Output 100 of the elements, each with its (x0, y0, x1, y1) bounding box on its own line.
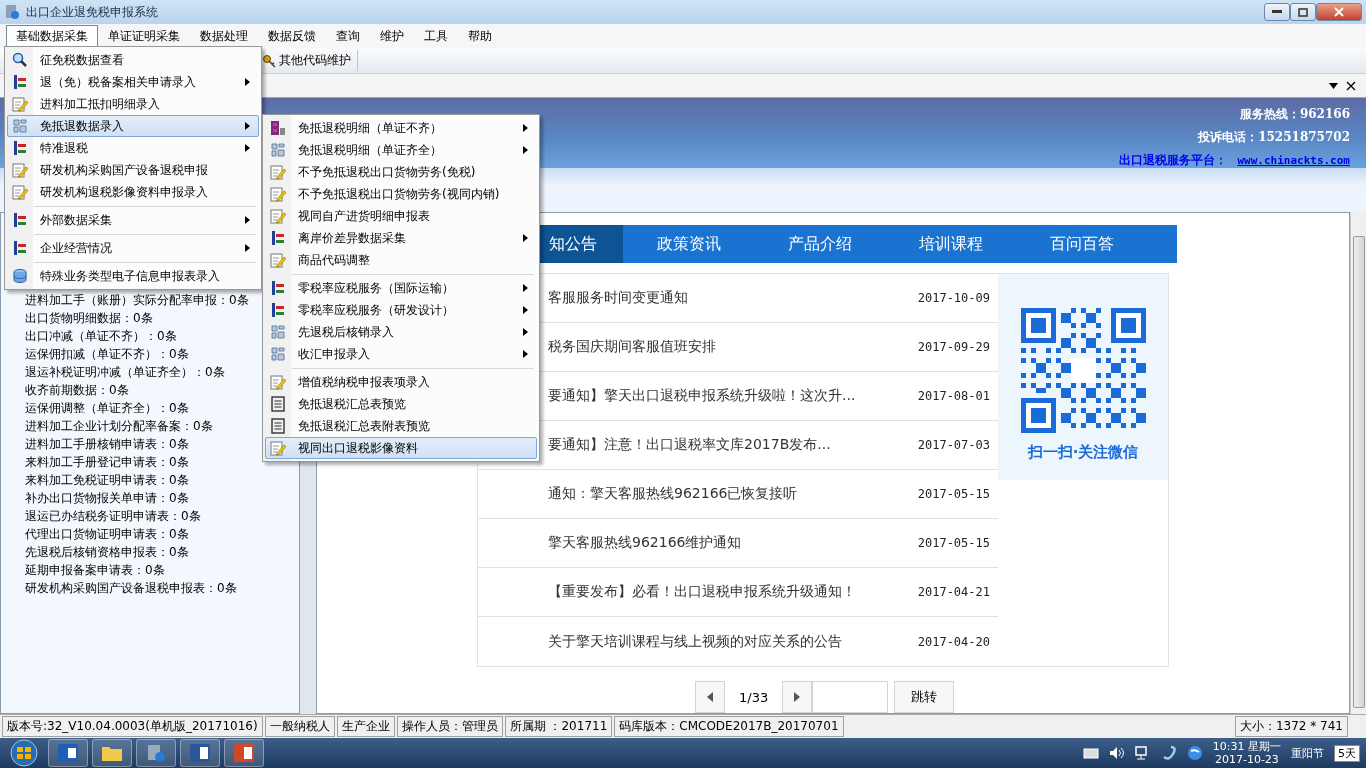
menu-bar-item[interactable]: 帮助 (458, 25, 502, 47)
menu-item[interactable]: 视同出口退税影像资料 (265, 437, 537, 459)
scrollbar[interactable] (1350, 212, 1366, 714)
mail-app-icon (58, 744, 78, 762)
record-count-text: 退运补税证明冲减（单证齐全）：0条 (25, 364, 225, 381)
news-title[interactable]: 要通知】擎天出口退税申报系统升级啦！这次升... (548, 387, 856, 405)
record-count-text: 进料加工企业计划分配率备案：0条 (25, 418, 213, 435)
menu-item[interactable]: 零税率应税服务（研发设计） (265, 299, 537, 321)
status-text: 生产企业 (336, 716, 395, 737)
submenu-arrow-icon (245, 122, 250, 130)
menu-item[interactable]: 研发机构采购国产设备退税申报 (7, 159, 259, 181)
key-icon (262, 53, 276, 68)
submenu-arrow-icon (523, 350, 528, 358)
app-icon (146, 744, 166, 762)
news-title[interactable]: 【重要发布】必看！出口退税申报系统升级通知！ (548, 583, 856, 601)
notepad-pencil-icon (270, 252, 286, 268)
status-text: 码库版本：CMCODE2017B_20170701 (614, 716, 844, 737)
record-count-text: 延期申报备案申请表：0条 (25, 562, 165, 579)
taskbar-app-button[interactable] (48, 739, 88, 767)
next-page-button[interactable] (782, 681, 813, 713)
globe-icon[interactable] (1186, 745, 1203, 761)
folder-icon (102, 745, 122, 761)
taskbar-app-button[interactable] (136, 739, 176, 767)
maximize-button[interactable] (1290, 3, 1316, 21)
taskbar-app-button[interactable] (180, 739, 220, 767)
database-icon (12, 268, 28, 284)
menu-bar-item[interactable]: 数据反馈 (258, 25, 326, 47)
menu-item[interactable]: 退（免）税备案相关申请录入 (7, 71, 259, 93)
list-icon (12, 140, 28, 156)
menu-item[interactable]: 不予免抵退税出口货物劳务(视同内销) (265, 183, 537, 205)
menu-bar-item[interactable]: 维护 (370, 25, 414, 47)
submenu-arrow-icon (523, 234, 528, 242)
menu-item[interactable]: 收汇申报录入 (265, 343, 537, 365)
close-button[interactable] (1316, 3, 1362, 21)
record-count-text: 收齐前期数据：0条 (25, 382, 129, 399)
menu-item[interactable]: 研发机构退税影像资料申报录入 (7, 181, 259, 203)
list-icon (12, 74, 28, 90)
news-title[interactable]: 通知：擎天客服热线962166已恢复接听 (548, 485, 798, 503)
menu-item[interactable]: 先退税后核销录入 (265, 321, 537, 343)
maximize-icon (1298, 7, 1308, 17)
notepad-pencil-icon (12, 96, 28, 112)
news-title[interactable]: 客服服务时间变更通知 (548, 289, 688, 307)
menu-item[interactable]: 不予免抵退税出口货物劳务(免税) (265, 161, 537, 183)
platform-label: 出口退税服务平台： (1119, 152, 1228, 169)
news-title[interactable]: 关于擎天培训课程与线上视频的对应关系的公告 (548, 632, 842, 651)
volume-icon[interactable] (1108, 746, 1125, 760)
menu-item[interactable]: 视同自产进货明细申报表 (265, 205, 537, 227)
news-title[interactable]: 税务国庆期间客服值班安排 (548, 338, 716, 356)
document-icon (270, 418, 286, 434)
search-icon (12, 52, 28, 68)
left-arrow-icon (707, 692, 713, 702)
window-size-text: 大小：1372 * 741 (1234, 716, 1348, 737)
taskbar-app-button[interactable] (92, 739, 132, 767)
menu-item[interactable]: 免抵退税明细（单证齐全） (265, 139, 537, 161)
taskbar-app-button[interactable] (224, 739, 264, 767)
dropdown-icon[interactable] (1329, 82, 1338, 89)
previous-page-button[interactable] (695, 681, 725, 713)
keyboard-icon[interactable] (1082, 747, 1099, 759)
notepad-pencil-icon (12, 184, 28, 200)
notepad-pencil-icon (270, 186, 286, 202)
stacked-blocks-icon (270, 120, 286, 136)
clock[interactable]: 10:31 星期一 2017-10-23 (1212, 740, 1281, 766)
record-count-text: 代理出口货物证明申请表：0条 (25, 526, 189, 543)
menu-item[interactable]: 进料加工抵扣明细录入 (7, 93, 259, 115)
page-input[interactable] (812, 681, 889, 713)
menu-item[interactable]: 特准退税 (7, 137, 259, 159)
news-tab[interactable]: 产品介绍 (754, 225, 885, 263)
menu-item[interactable]: 免抵退税明细（单证不齐） (265, 117, 537, 139)
menu-item[interactable]: 免抵退税汇总表预览 (265, 393, 537, 415)
complaint-phone-text: 投诉电话：15251875702 (1198, 129, 1350, 146)
record-count-text: 运保佣扣减（单证不齐）：0条 (25, 346, 189, 363)
news-title[interactable]: 要通知】注意！出口退税率文库2017B发布... (548, 436, 831, 454)
record-count-text: 研发机构采购国产设备退税申报表：0条 (25, 580, 237, 597)
app-icon (4, 4, 20, 20)
close-icon[interactable] (1346, 80, 1356, 91)
status-text: 版本号:32_V10.04.0003(单机版_20171016) (2, 716, 263, 737)
submenu-arrow-icon (523, 284, 528, 292)
submenu-arrow-icon (245, 244, 250, 252)
status-text: 操作人员：管理员 (396, 716, 503, 737)
news-tab[interactable]: 培训课程 (885, 225, 1016, 263)
menu-bar-item[interactable]: 单证证明采集 (98, 25, 190, 47)
minimize-icon (1272, 10, 1282, 14)
days-badge: 5天 (1334, 744, 1360, 762)
menu-bar-item[interactable]: 查询 (326, 25, 370, 47)
jump-button[interactable]: 跳转 (894, 681, 955, 713)
menu-bar-item[interactable]: 数据处理 (190, 25, 258, 47)
menu-bar-item[interactable]: 基础数据采集 (6, 25, 98, 47)
menu-item[interactable]: 免抵退数据录入 (7, 115, 259, 137)
minimize-button[interactable] (1264, 3, 1290, 21)
record-count-text: 来料加工手册登记申请表：0条 (25, 454, 189, 471)
menu-bar-item[interactable]: 工具 (414, 25, 458, 47)
news-tab[interactable]: 百问百答 (1016, 225, 1147, 263)
list-icon (270, 230, 286, 246)
news-tab[interactable]: 政策资讯 (623, 225, 754, 263)
news-title[interactable]: 擎天客服热线962166维护通知 (548, 534, 742, 552)
menu-item[interactable]: 免抵退税汇总表附表预览 (265, 415, 537, 437)
menu-item[interactable]: 征免税数据查看 (7, 49, 259, 71)
record-count-text: 来料加工免税证明申请表：0条 (25, 472, 189, 489)
blocks-icon (12, 118, 28, 134)
news-date: 2017-05-15 (917, 487, 990, 501)
